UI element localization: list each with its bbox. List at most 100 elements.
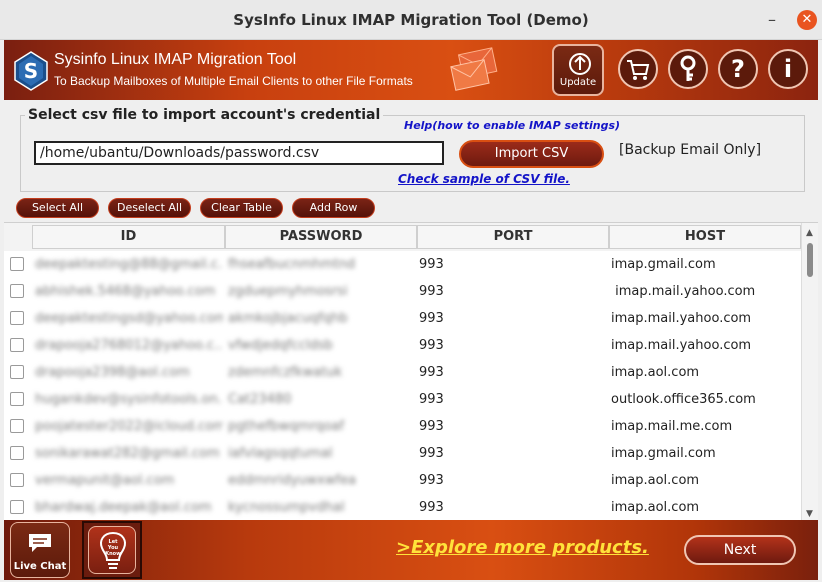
row-checkbox[interactable] (10, 392, 24, 406)
table-row[interactable]: drapooja2768012@yahoo.c... vfwdjedqfccld… (4, 332, 801, 359)
clear-table-button[interactable]: Clear Table (200, 198, 283, 218)
cell-password[interactable]: eddmnridyuwxwfea (228, 467, 414, 494)
cell-id[interactable]: bhardwaj.deepak@aol.com (35, 494, 223, 520)
add-row-button[interactable]: Add Row (292, 198, 375, 218)
key-button[interactable] (668, 49, 708, 89)
cell-host[interactable]: outlook.office365.com (611, 386, 799, 413)
cell-host[interactable]: imap.mail.yahoo.com (611, 332, 799, 359)
column-header-port[interactable]: PORT (417, 225, 609, 249)
table-header: ID PASSWORD PORT HOST (4, 223, 801, 251)
table-row[interactable]: deepaktesting@88@gmail.c... fhseafbucnmh… (4, 251, 801, 278)
cell-password[interactable]: zgduepmyhmosrsi (228, 278, 414, 305)
title-bar: SysInfo Linux IMAP Migration Tool (Demo)… (0, 0, 822, 40)
table-row[interactable]: vermapunit@aol.com eddmnridyuwxwfea 993 … (4, 467, 801, 494)
cell-password[interactable]: fhseafbucnmhmtnd (228, 251, 414, 278)
column-header-host[interactable]: HOST (609, 225, 801, 249)
table-row[interactable]: drapooja2398@aol.com zdemnfczfkwatuk 993… (4, 359, 801, 386)
cart-button[interactable] (618, 49, 658, 89)
let-you-know-button[interactable]: Let You Know (82, 521, 142, 579)
row-checkbox[interactable] (10, 365, 24, 379)
cell-id[interactable]: deepaktestingsd@yahoo.com (35, 305, 223, 332)
next-button[interactable]: Next (684, 535, 796, 565)
cell-password[interactable]: kycnossumpvdhal (228, 494, 414, 520)
column-header-id[interactable]: ID (32, 225, 225, 249)
cell-password[interactable]: vfwdjedqfccldsb (228, 332, 414, 359)
chat-bubble-icon (29, 534, 51, 552)
table-row[interactable]: sonikarawat282@gmail.com iafvlagsqqtumal… (4, 440, 801, 467)
row-checkbox[interactable] (10, 473, 24, 487)
cell-password[interactable]: pgthefbwqmrqoaf (228, 413, 414, 440)
imap-help-link[interactable]: Help(how to enable IMAP settings) (404, 119, 620, 132)
deselect-all-button[interactable]: Deselect All (108, 198, 191, 218)
cell-port[interactable]: 993 (419, 494, 607, 520)
table-scrollbar[interactable]: ▲ ▼ (801, 223, 818, 520)
row-checkbox[interactable] (10, 338, 24, 352)
cell-port[interactable]: 993 (419, 440, 607, 467)
svg-text:S: S (24, 59, 38, 83)
cell-port[interactable]: 993 (419, 251, 607, 278)
key-icon (680, 55, 696, 81)
scroll-up-icon[interactable]: ▲ (806, 228, 813, 238)
column-header-password[interactable]: PASSWORD (225, 225, 417, 249)
minimize-button[interactable]: – (764, 10, 780, 30)
table-row[interactable]: deepaktestingsd@yahoo.com akmkojbjacuqfq… (4, 305, 801, 332)
lightbulb-icon: Let You Know (88, 526, 136, 574)
cell-port[interactable]: 993 (419, 332, 607, 359)
cell-password[interactable]: iafvlagsqqtumal (228, 440, 414, 467)
cell-password[interactable]: akmkojbjacuqfqhb (228, 305, 414, 332)
envelopes-graphic-icon (450, 47, 498, 91)
scrollbar-thumb[interactable] (807, 243, 813, 277)
scroll-down-icon[interactable]: ▼ (806, 509, 813, 519)
backup-email-only-label: [Backup Email Only] (619, 142, 762, 158)
help-button[interactable]: ? (718, 49, 758, 89)
cell-password[interactable]: zdemnfczfkwatuk (228, 359, 414, 386)
cell-host[interactable]: imap.gmail.com (611, 251, 799, 278)
table-row[interactable]: bhardwaj.deepak@aol.com kycnossumpvdhal … (4, 494, 801, 520)
cell-port[interactable]: 993 (419, 359, 607, 386)
cell-host[interactable]: imap.mail.yahoo.com (611, 278, 799, 305)
window-title: SysInfo Linux IMAP Migration Tool (Demo) (233, 11, 589, 29)
cell-host[interactable]: imap.mail.me.com (611, 413, 799, 440)
footer-bar: Live Chat Let You Know >Explore more pro… (4, 520, 818, 580)
info-button[interactable]: i (768, 49, 808, 89)
import-csv-button[interactable]: Import CSV (459, 140, 604, 168)
row-checkbox[interactable] (10, 311, 24, 325)
row-checkbox[interactable] (10, 500, 24, 514)
cell-host[interactable]: imap.mail.yahoo.com (611, 305, 799, 332)
cell-password[interactable]: Cat23480 (228, 386, 414, 413)
cell-host[interactable]: imap.aol.com (611, 467, 799, 494)
cell-id[interactable]: abhishek.5468@yahoo.com (35, 278, 223, 305)
cell-id[interactable]: deepaktesting@88@gmail.c... (35, 251, 223, 278)
live-chat-label: Live Chat (13, 561, 67, 572)
cell-id[interactable]: hugankdev@sysinfotools.on... (35, 386, 223, 413)
table-row[interactable]: poojatester2022@icloud.com pgthefbwqmrqo… (4, 413, 801, 440)
row-checkbox[interactable] (10, 446, 24, 460)
cell-host[interactable]: imap.aol.com (611, 494, 799, 520)
row-checkbox[interactable] (10, 419, 24, 433)
csv-sample-link[interactable]: Check sample of CSV file. (398, 172, 570, 186)
row-checkbox[interactable] (10, 284, 24, 298)
cell-id[interactable]: drapooja2768012@yahoo.c... (35, 332, 223, 359)
cell-id[interactable]: vermapunit@aol.com (35, 467, 223, 494)
cell-id[interactable]: sonikarawat282@gmail.com (35, 440, 223, 467)
row-checkbox[interactable] (10, 257, 24, 271)
select-all-button[interactable]: Select All (16, 198, 99, 218)
cell-host[interactable]: imap.aol.com (611, 359, 799, 386)
cell-id[interactable]: drapooja2398@aol.com (35, 359, 223, 386)
cell-port[interactable]: 993 (419, 467, 607, 494)
table-row[interactable]: hugankdev@sysinfotools.on... Cat23480 99… (4, 386, 801, 413)
update-button[interactable]: Update (552, 44, 604, 96)
csv-path-input[interactable] (34, 141, 444, 165)
cell-port[interactable]: 993 (419, 386, 607, 413)
cell-port[interactable]: 993 (419, 278, 607, 305)
live-chat-button[interactable]: Live Chat (10, 522, 70, 578)
cell-id[interactable]: poojatester2022@icloud.com (35, 413, 223, 440)
help-icon: ? (731, 55, 745, 83)
close-button[interactable]: ✕ (797, 10, 817, 30)
explore-products-link[interactable]: >Explore more products. (396, 537, 649, 558)
cell-port[interactable]: 993 (419, 413, 607, 440)
refresh-icon (569, 53, 591, 75)
table-row[interactable]: abhishek.5468@yahoo.com zgduepmyhmosrsi … (4, 278, 801, 305)
cell-port[interactable]: 993 (419, 305, 607, 332)
cell-host[interactable]: imap.gmail.com (611, 440, 799, 467)
